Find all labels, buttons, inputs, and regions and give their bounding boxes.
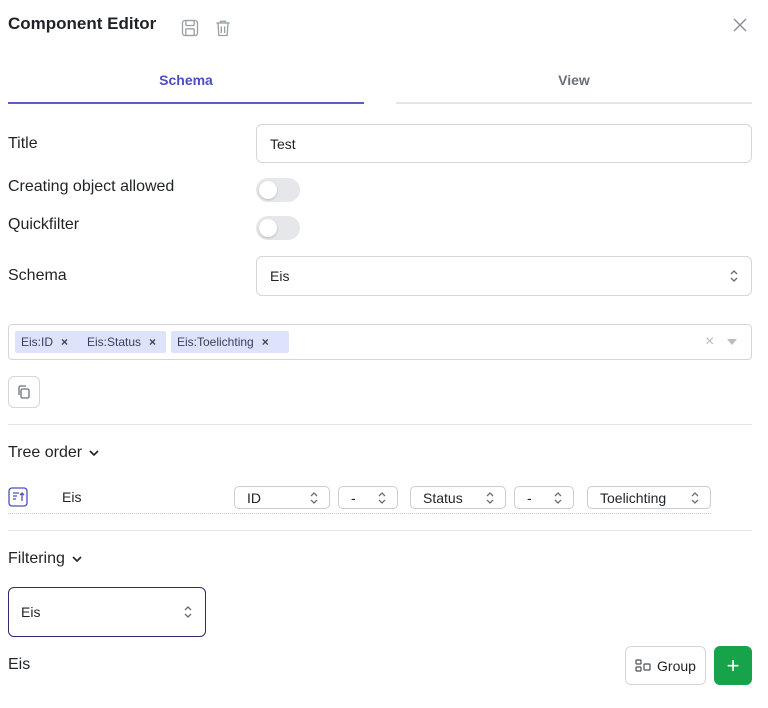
title-input-value: Test	[270, 135, 296, 152]
chevron-updown-icon	[553, 491, 563, 505]
row-separator	[8, 513, 711, 514]
chip-label: Eis:Status	[87, 335, 142, 349]
chevron-updown-icon	[309, 491, 319, 505]
trash-icon[interactable]	[212, 17, 234, 39]
chip-eis-toelichting: Eis:Toelichting ×	[171, 331, 289, 353]
add-filter-button[interactable]: +	[714, 646, 752, 685]
chevron-updown-icon	[485, 491, 495, 505]
select-value: Status	[423, 489, 463, 506]
divider	[8, 530, 752, 531]
title-input[interactable]: Test	[256, 124, 752, 163]
chip-remove-icon[interactable]: ×	[262, 335, 269, 349]
chevron-updown-icon	[729, 268, 739, 284]
chip-label: Eis:Toelichting	[177, 335, 254, 349]
chevron-down-icon	[72, 556, 82, 563]
filtering-select-value: Eis	[21, 604, 41, 620]
quickfilter-label: Quickfilter	[8, 216, 80, 233]
chevron-updown-icon	[183, 604, 193, 620]
chevron-updown-icon	[377, 491, 387, 505]
group-button[interactable]: Group	[625, 646, 706, 685]
chip-remove-icon[interactable]: ×	[149, 335, 156, 349]
schema-label: Schema	[8, 267, 67, 284]
clear-icon[interactable]: ×	[705, 333, 714, 351]
select-value: -	[527, 489, 532, 506]
filtering-select[interactable]: Eis	[8, 587, 206, 637]
chevron-down-icon	[89, 450, 99, 457]
filtering-toggle[interactable]: Filtering	[8, 550, 83, 568]
copy-icon	[18, 385, 30, 399]
schema-select[interactable]: Eis	[256, 256, 752, 296]
plus-icon: +	[726, 652, 740, 678]
creating-object-label: Creating object allowed	[8, 178, 175, 195]
page-title: Component Editor	[8, 14, 157, 33]
group-button-label: Group	[657, 657, 696, 674]
fields-multiselect[interactable]: Eis:ID × Eis:Status × Eis:Toelichting × …	[8, 324, 752, 360]
filtering-label: Filtering	[8, 550, 65, 567]
toggle-knob	[259, 219, 277, 237]
tab-view[interactable]: View	[396, 58, 752, 104]
title-label: Title	[8, 135, 38, 152]
schema-select-value: Eis	[270, 268, 290, 284]
dropdown-caret-icon[interactable]	[727, 339, 737, 345]
tree-order-toggle[interactable]: Tree order	[8, 444, 100, 462]
select-value: ID	[247, 489, 261, 506]
tree-order-select-5[interactable]: Toelichting	[587, 486, 711, 509]
toggle-knob	[259, 181, 277, 199]
group-icon	[635, 658, 651, 672]
chevron-updown-icon	[690, 491, 700, 505]
tree-order-label: Tree order	[8, 444, 83, 461]
tree-order-select-2[interactable]: -	[338, 486, 398, 509]
divider	[8, 424, 752, 425]
save-icon[interactable]	[179, 17, 201, 39]
chip-eis-id: Eis:ID ×	[15, 331, 83, 353]
chip-label: Eis:ID	[21, 335, 54, 349]
chip-eis-status: Eis:Status ×	[81, 331, 166, 353]
creating-object-toggle[interactable]	[256, 178, 300, 202]
copy-button[interactable]	[8, 376, 40, 408]
tree-order-select-4[interactable]: -	[514, 486, 574, 509]
select-value: -	[351, 489, 356, 506]
tree-order-select-3[interactable]: Status	[410, 486, 506, 509]
filter-group-label: Eis	[8, 656, 31, 673]
select-value: Toelichting	[600, 489, 667, 506]
tree-order-row-name: Eis	[62, 489, 82, 505]
close-icon[interactable]	[729, 14, 751, 36]
quickfilter-toggle[interactable]	[256, 216, 300, 240]
tree-order-select-1[interactable]: ID	[234, 486, 330, 509]
tab-schema[interactable]: Schema	[8, 58, 364, 104]
chip-remove-icon[interactable]: ×	[61, 335, 68, 349]
sort-icon[interactable]	[8, 487, 28, 507]
